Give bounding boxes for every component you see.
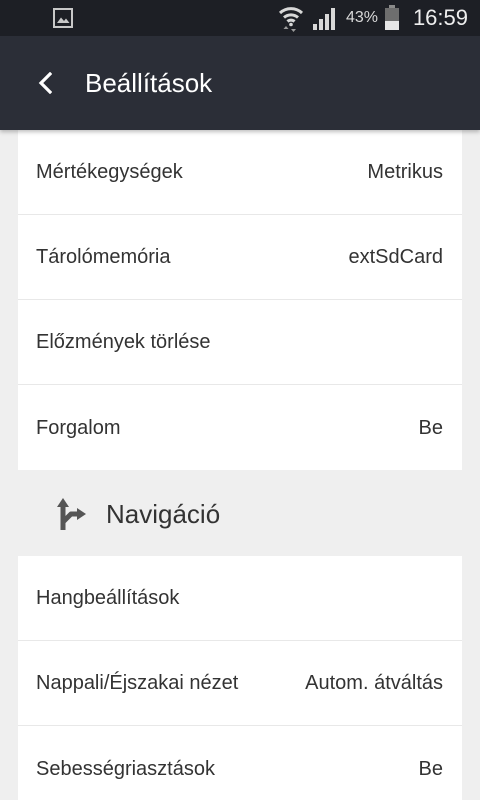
setting-row-clear-history[interactable]: Előzmények törlése xyxy=(18,300,462,385)
setting-value: extSdCard xyxy=(348,246,444,268)
setting-value: Autom. átváltás xyxy=(305,672,443,694)
app-bar: Beállítások xyxy=(0,36,480,130)
setting-row-traffic[interactable]: Forgalom Be xyxy=(18,385,462,470)
setting-row-units[interactable]: Mértékegységek Metrikus xyxy=(18,130,462,215)
section-header-navigation: Navigáció xyxy=(18,470,462,556)
setting-label: Sebességriasztások xyxy=(36,758,215,780)
settings-card-general: Mértékegységek Metrikus Tárolómemória ex… xyxy=(18,130,462,470)
setting-value: Metrikus xyxy=(367,161,443,183)
battery-icon xyxy=(385,5,399,30)
setting-row-storage[interactable]: Tárolómemória extSdCard xyxy=(18,215,462,300)
setting-label: Előzmények törlése xyxy=(36,331,211,353)
setting-label: Nappali/Éjszakai nézet xyxy=(36,672,239,694)
gallery-icon xyxy=(53,8,73,28)
navigation-fork-icon xyxy=(57,498,86,530)
settings-card-navigation: Hangbeállítások Nappali/Éjszakai nézet A… xyxy=(18,556,462,800)
status-bar: 43% 16:59 xyxy=(0,0,480,36)
setting-value: Be xyxy=(418,758,443,780)
section-title: Navigáció xyxy=(106,499,221,529)
signal-icon xyxy=(312,6,338,30)
battery-level-fill xyxy=(385,20,399,30)
page-title: Beállítások xyxy=(85,68,213,98)
setting-value: Be xyxy=(418,416,443,439)
setting-row-sound[interactable]: Hangbeállítások xyxy=(18,556,462,641)
back-chevron-icon xyxy=(38,72,52,94)
setting-label: Hangbeállítások xyxy=(36,587,180,609)
battery-percent: 43% xyxy=(346,9,379,26)
back-button[interactable] xyxy=(23,61,67,105)
setting-label: Tárolómemória xyxy=(36,246,171,268)
setting-row-day-night[interactable]: Nappali/Éjszakai nézet Autom. átváltás xyxy=(18,641,462,726)
wifi-icon xyxy=(277,4,305,32)
setting-row-speed-alerts[interactable]: Sebességriasztások Be xyxy=(18,726,462,800)
setting-label: Mértékegységek xyxy=(36,161,183,183)
setting-label: Forgalom xyxy=(36,416,121,439)
clock: 16:59 xyxy=(412,5,468,30)
